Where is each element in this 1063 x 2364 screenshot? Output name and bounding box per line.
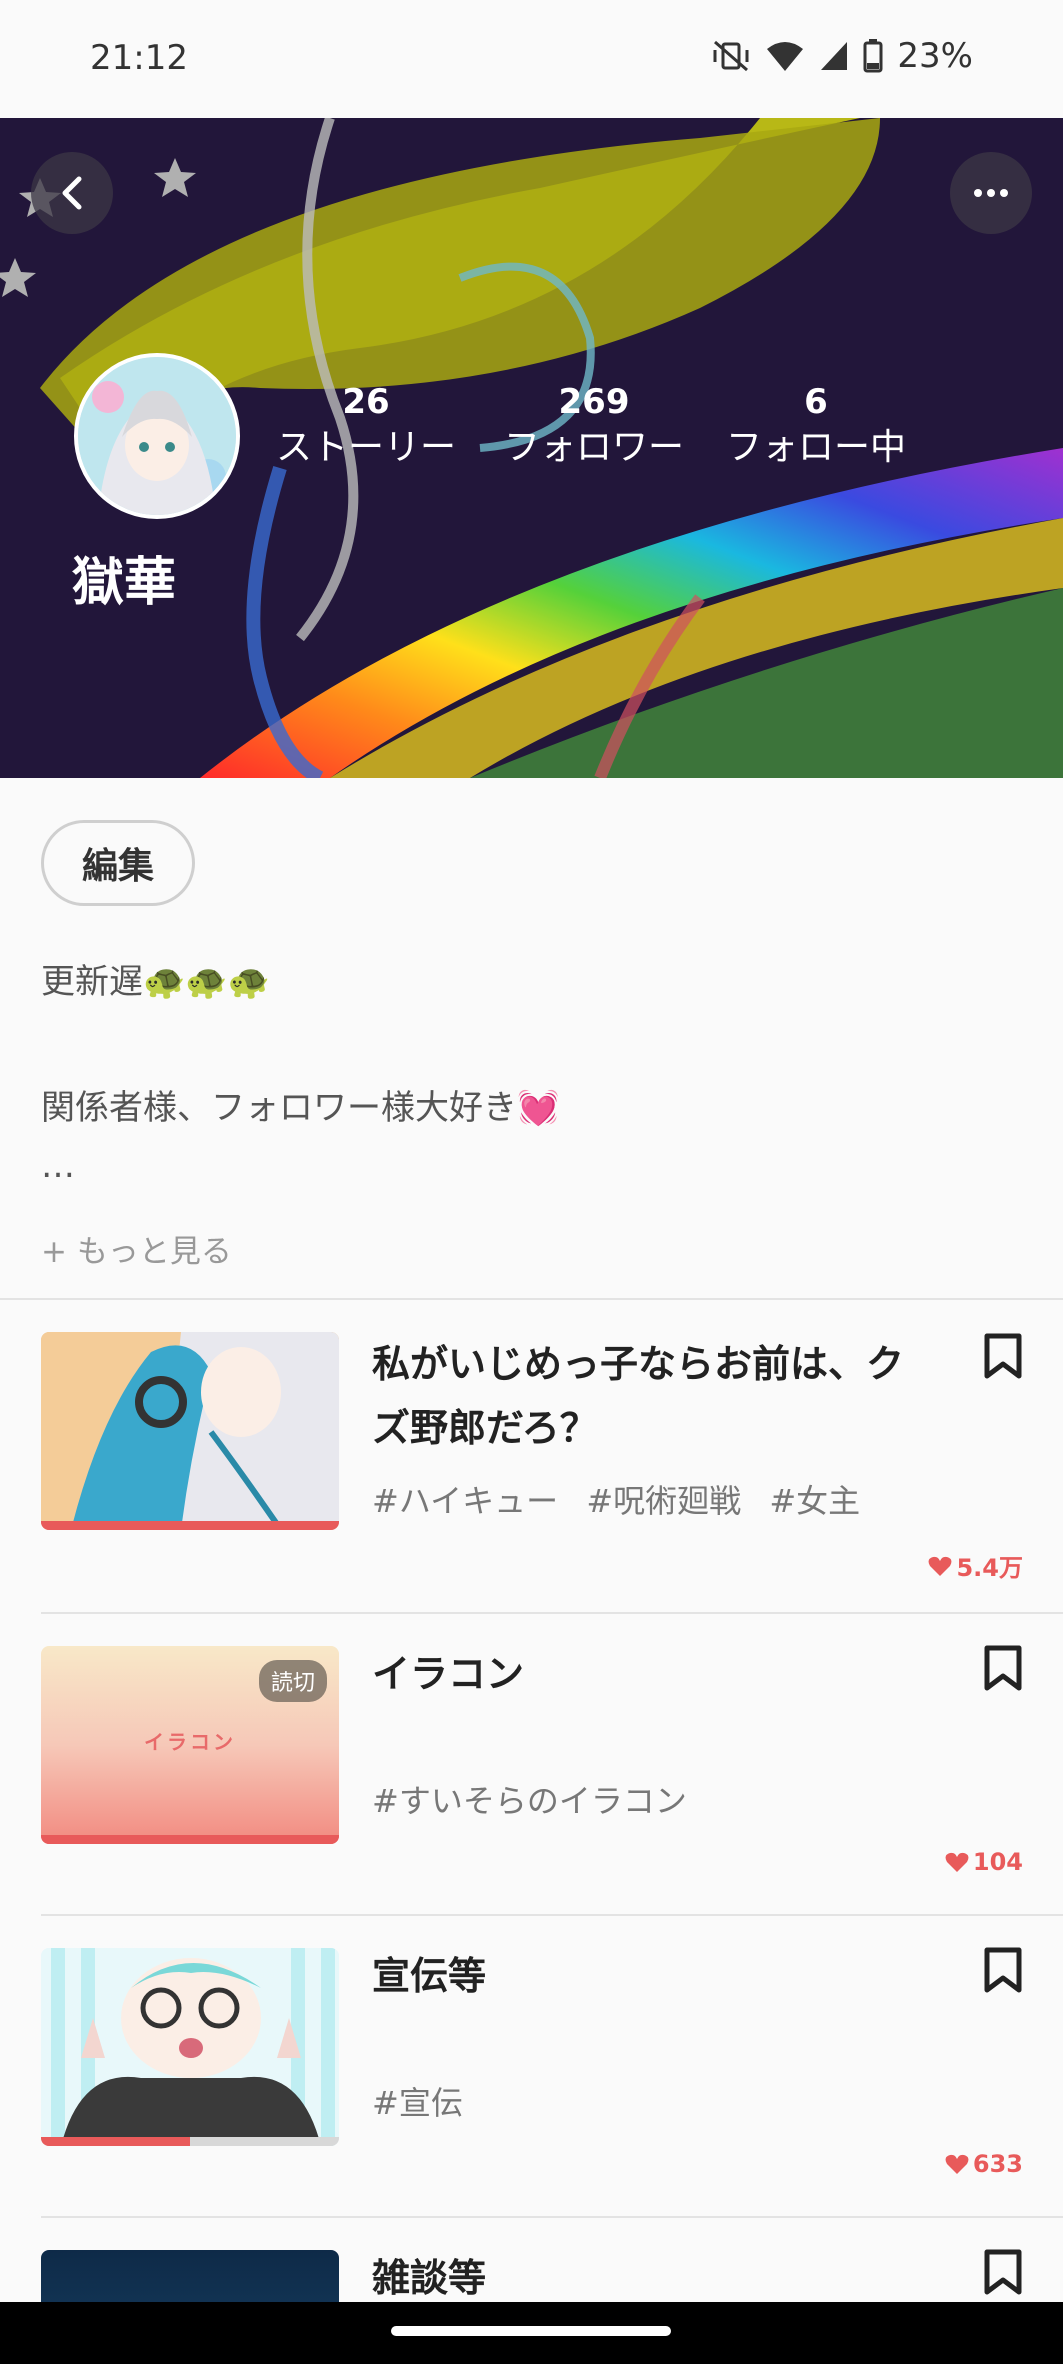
stat-following-label: フォロー中 — [725, 427, 906, 468]
story-tags: #ハイキュー #呪術廻戦 #女主 — [372, 1482, 861, 1520]
story-tags: #すいそらのイラコン — [372, 1782, 687, 1820]
bookmark-button[interactable] — [983, 1946, 1023, 1998]
read-progress-bar — [41, 2137, 190, 2146]
bio-line-1: 更新遅🐢🐢🐢 — [41, 962, 271, 1002]
heart-icon — [929, 1556, 952, 1576]
vibrate-off-icon — [713, 40, 749, 72]
one-shot-badge: 読切 — [258, 1660, 327, 1702]
story-likes: 633 — [945, 2150, 1023, 2178]
more-horizontal-icon — [974, 189, 1008, 197]
story-thumbnail — [41, 1332, 339, 1530]
avatar[interactable] — [74, 353, 240, 519]
stat-following[interactable]: 6 フォロー中 — [716, 380, 916, 472]
edit-profile-button[interactable]: 編集 — [41, 820, 195, 906]
stat-stories[interactable]: 26 ストーリー — [276, 380, 456, 472]
read-progress-bar — [41, 1835, 339, 1844]
profile-header: 26 ストーリー 269 フォロワー 6 フォロー中 獄華 — [0, 118, 1063, 778]
back-button[interactable] — [31, 152, 113, 234]
story-tags: #宣伝 — [372, 2084, 463, 2122]
story-title: 宣伝等 — [372, 1954, 487, 1998]
story-thumbnail: イラコン 読切 — [41, 1646, 339, 1844]
story-thumbnail — [41, 2250, 339, 2302]
chevron-left-icon — [62, 176, 82, 210]
stat-followers-count: 269 — [558, 382, 630, 422]
heart-icon — [945, 2154, 969, 2174]
read-progress-bar — [41, 1521, 339, 1530]
stat-following-count: 6 — [804, 382, 828, 422]
list-item[interactable]: イラコン 読切 イラコン #すいそらのイラコン 104 — [0, 1614, 1063, 1914]
battery-icon — [863, 39, 883, 73]
avatar-image — [78, 357, 236, 515]
thumbnail-image — [41, 1332, 339, 1530]
signal-icon — [821, 42, 848, 70]
thumbnail-image — [41, 1948, 339, 2146]
stat-followers-label: フォロワー — [503, 427, 684, 468]
likes-count: 633 — [972, 2150, 1023, 2178]
story-likes: 104 — [945, 1848, 1023, 1876]
battery-percent: 23% — [897, 36, 973, 76]
bookmark-icon — [984, 2249, 1022, 2295]
thumbnail-text: イラコン — [144, 1730, 236, 1754]
list-item[interactable]: 私がいじめっ子ならお前は、クズ野郎だろ？ #ハイキュー #呪術廻戦 #女主 5.… — [0, 1300, 1063, 1610]
status-icons: 23% — [711, 36, 973, 76]
wifi-icon — [767, 42, 804, 71]
heart-icon — [945, 1852, 969, 1872]
status-bar: 21:12 23% — [0, 0, 1063, 118]
story-title: 雑談等 — [372, 2256, 487, 2300]
stat-followers[interactable]: 269 フォロワー — [494, 380, 694, 472]
profile-name: 獄華 — [72, 553, 177, 613]
status-time: 21:12 — [90, 38, 188, 78]
likes-count: 104 — [972, 1848, 1023, 1876]
stat-stories-count: 26 — [342, 382, 390, 422]
bookmark-icon — [984, 1947, 1022, 1993]
bio-ellipsis: … — [41, 1146, 75, 1186]
likes-count: 5.4万 — [956, 1554, 1023, 1582]
story-title: イラコン — [372, 1652, 525, 1696]
story-title: 私がいじめっ子ならお前は、クズ野郎だろ？ — [372, 1342, 905, 1450]
story-thumbnail — [41, 1948, 339, 2146]
stat-stories-label: ストーリー — [276, 427, 457, 468]
bookmark-button[interactable] — [983, 1332, 1023, 1384]
list-item[interactable]: 宣伝等 #宣伝 633 — [0, 1916, 1063, 2216]
list-item[interactable]: 雑談等 — [0, 2218, 1063, 2302]
bookmark-icon — [984, 1333, 1022, 1379]
bookmark-button[interactable] — [983, 2248, 1023, 2300]
bookmark-button[interactable] — [983, 1644, 1023, 1696]
bio-line-2: 関係者様、フォロワー様大好き💓 — [41, 1088, 560, 1128]
story-likes: 5.4万 — [928, 1548, 1023, 1583]
home-gesture-handle[interactable] — [391, 2326, 671, 2336]
system-navigation-bar — [0, 2302, 1063, 2364]
more-options-button[interactable] — [950, 152, 1032, 234]
bookmark-icon — [984, 1645, 1022, 1691]
show-more-link[interactable]: + もっと見る — [41, 1226, 232, 1271]
